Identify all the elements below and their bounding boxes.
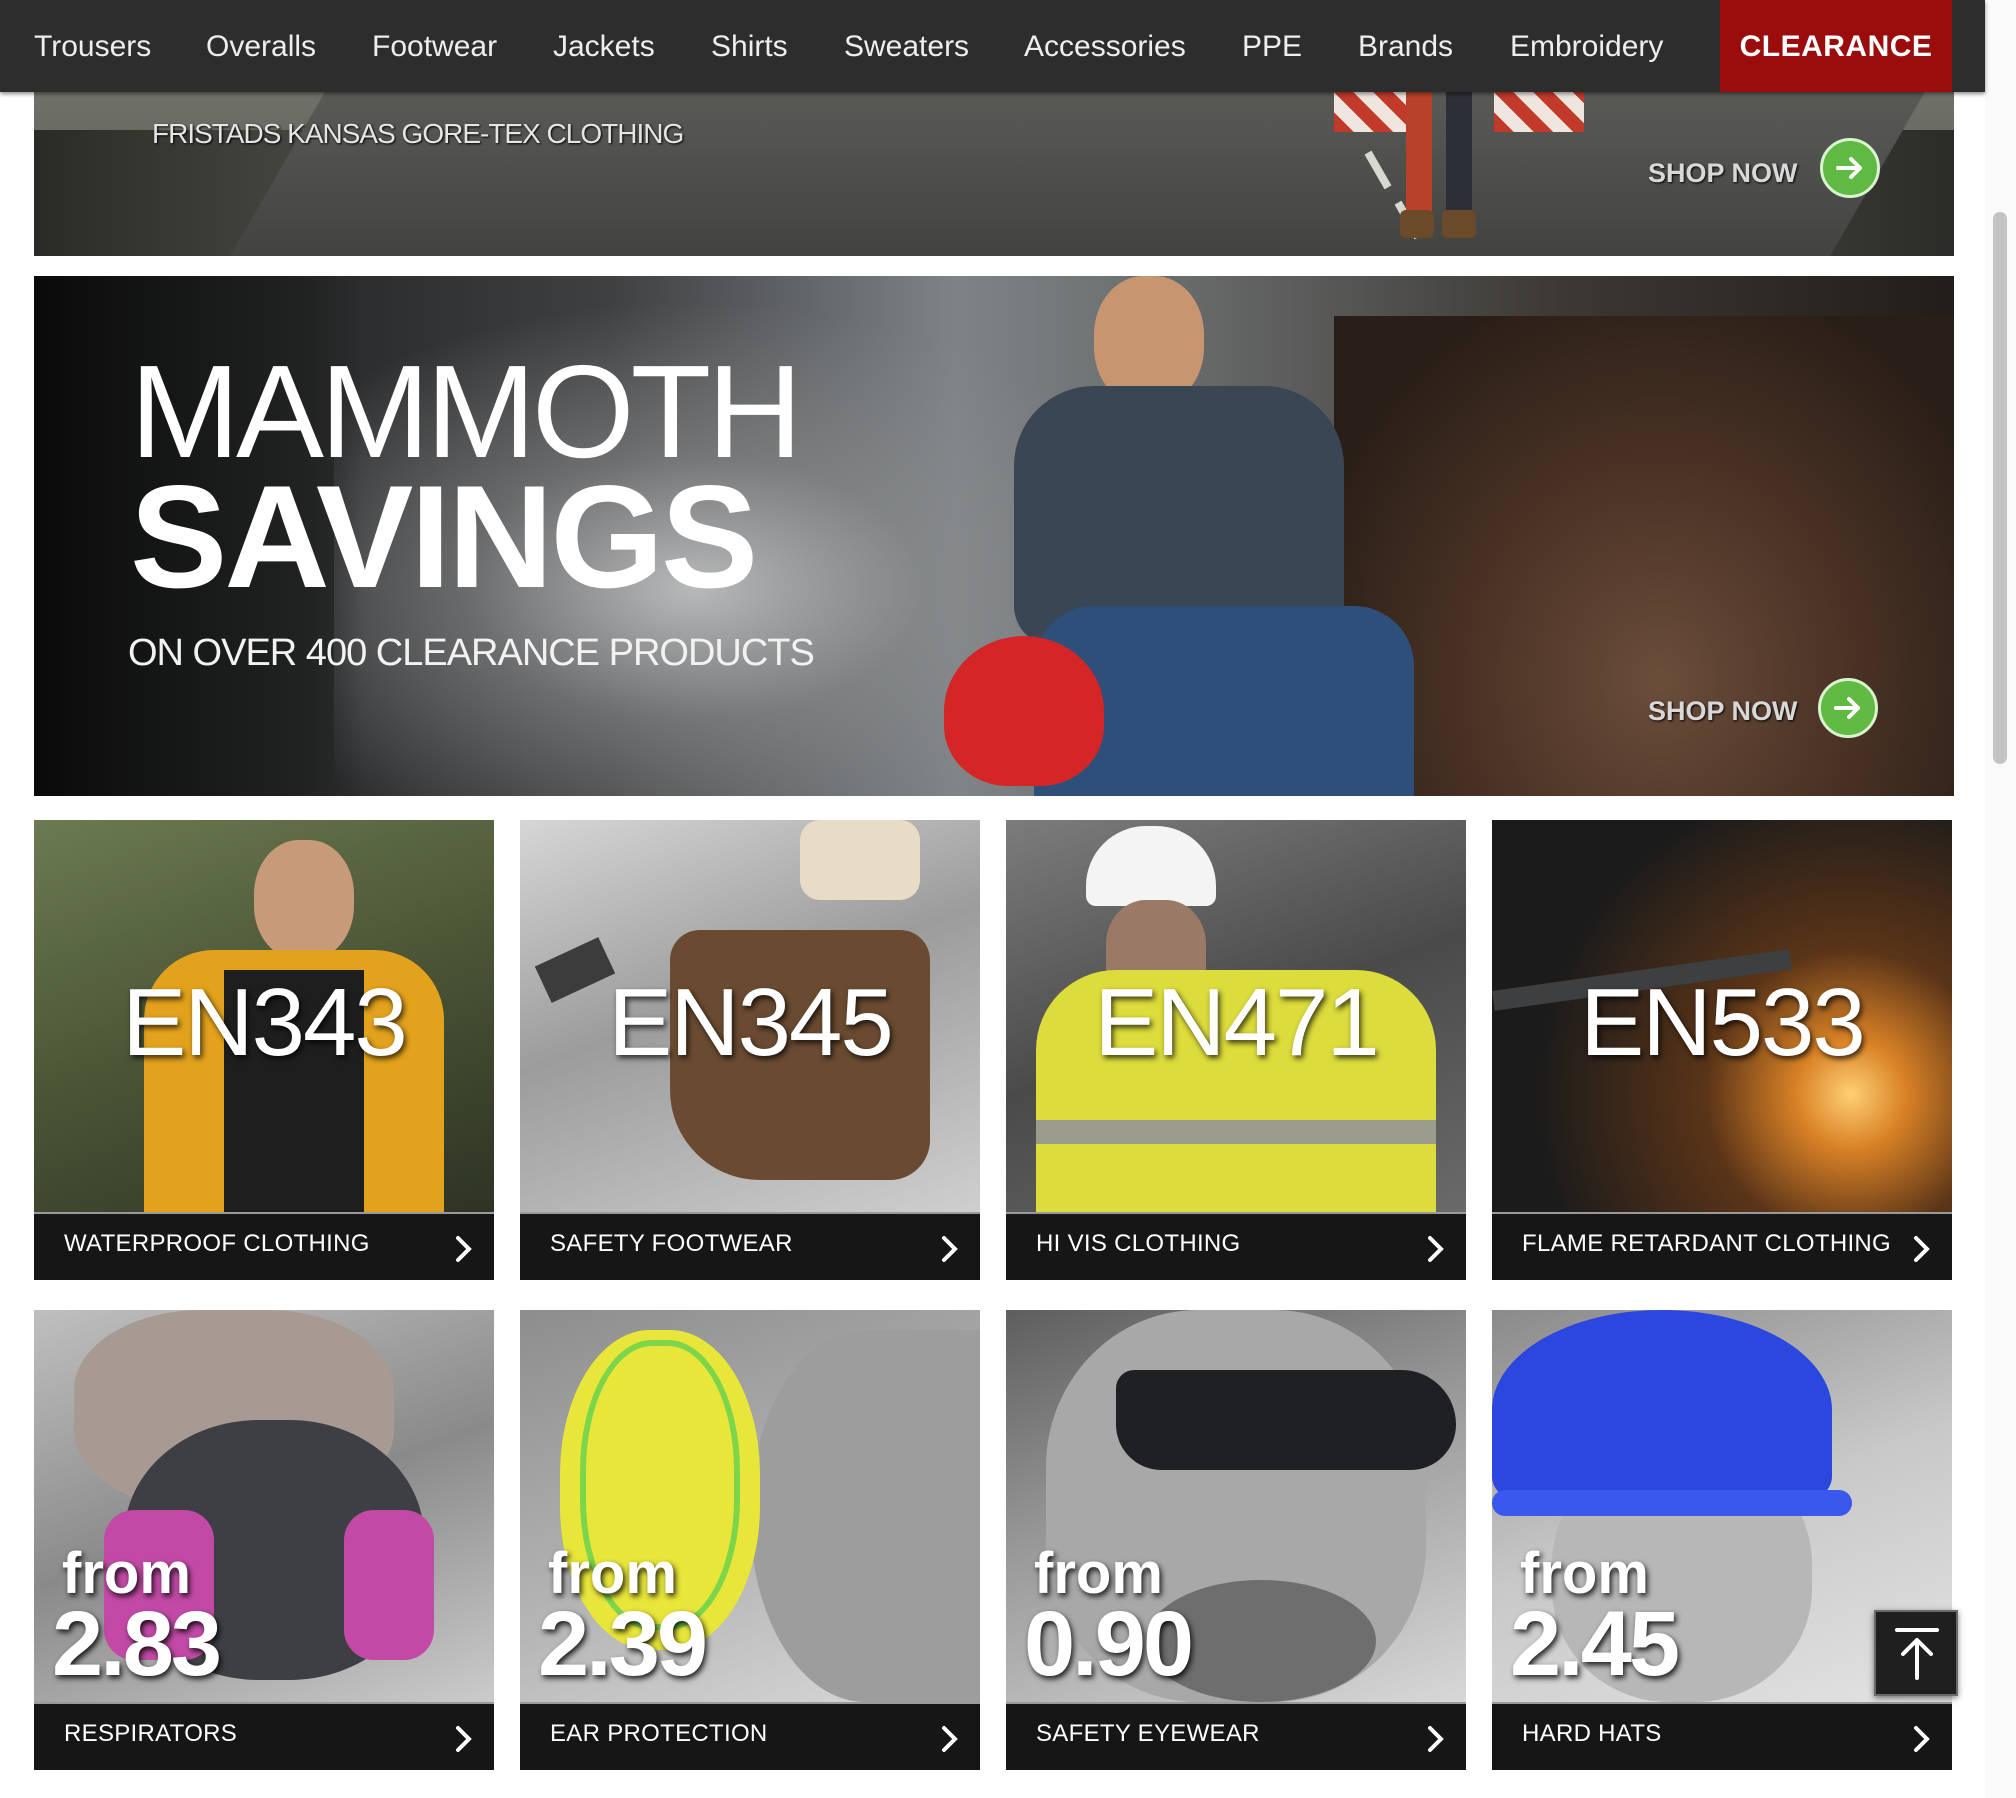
caption-label: SAFETY EYEWEAR xyxy=(1036,1720,1260,1747)
worker-boot xyxy=(1400,210,1434,238)
nav-footwear[interactable]: Footwear xyxy=(372,0,497,92)
nav-ppe[interactable]: PPE xyxy=(1242,0,1302,92)
category-tile-safety-footwear[interactable]: EN345 SAFETY FOOTWEAR xyxy=(520,820,980,1280)
chevron-right-icon xyxy=(942,1236,958,1262)
chevron-right-icon xyxy=(1428,1236,1444,1262)
category-tile-flame-retardant[interactable]: EN533 FLAME RETARDANT CLOTHING xyxy=(1492,820,1952,1280)
nav-clearance[interactable]: CLEARANCE xyxy=(1720,0,1952,92)
nav-embroidery[interactable]: Embroidery xyxy=(1510,0,1663,92)
standard-code: EN471 xyxy=(1094,969,1380,1076)
helmet-image xyxy=(944,636,1104,786)
tile-caption[interactable]: SAFETY FOOTWEAR xyxy=(520,1212,980,1280)
nav-accessories[interactable]: Accessories xyxy=(1024,0,1186,92)
price-label: 2.39 xyxy=(538,1593,708,1695)
tile-caption[interactable]: EAR PROTECTION xyxy=(520,1702,980,1770)
arrow-right-circle-icon[interactable] xyxy=(1820,138,1880,198)
tile-caption[interactable]: RESPIRATORS xyxy=(34,1702,494,1770)
nav-shirts[interactable]: Shirts xyxy=(711,0,788,92)
banner-subtitle: ON OVER 400 CLEARANCE PRODUCTS xyxy=(128,632,815,674)
nav-overalls[interactable]: Overalls xyxy=(206,0,316,92)
boot-lining xyxy=(800,820,920,900)
nav-sweaters[interactable]: Sweaters xyxy=(844,0,969,92)
filter-cartridge xyxy=(344,1510,434,1660)
category-tile-ear-protection[interactable]: from 2.39 EAR PROTECTION xyxy=(520,1310,980,1770)
safety-glasses xyxy=(1116,1370,1456,1470)
nav-trousers[interactable]: Trousers xyxy=(34,0,151,92)
banner-title-line2: SAVINGS xyxy=(130,455,758,618)
caption-label: WATERPROOF CLOTHING xyxy=(64,1230,370,1257)
worker-boot xyxy=(1442,210,1476,238)
standard-code: EN343 xyxy=(122,969,408,1076)
standard-code: EN345 xyxy=(608,969,894,1076)
standard-code: EN533 xyxy=(1580,969,1866,1076)
nav-brands[interactable]: Brands xyxy=(1358,0,1453,92)
barrier-image xyxy=(1494,92,1584,132)
nav-jackets[interactable]: Jackets xyxy=(553,0,655,92)
tile-caption[interactable]: SAFETY EYEWEAR xyxy=(1006,1702,1466,1770)
caption-label: RESPIRATORS xyxy=(64,1720,238,1747)
worker-image xyxy=(1394,92,1484,242)
chevron-right-icon xyxy=(456,1726,472,1752)
arrow-right-circle-icon[interactable] xyxy=(1818,678,1878,738)
mammoth-savings-banner[interactable]: MAMMOTH SAVINGS ON OVER 400 CLEARANCE PR… xyxy=(34,276,1954,796)
person-head xyxy=(254,840,354,960)
category-tile-respirators[interactable]: from 2.83 RESPIRATORS xyxy=(34,1310,494,1770)
tile-caption[interactable]: HI VIS CLOTHING xyxy=(1006,1212,1466,1280)
category-tile-hard-hats[interactable]: from 2.45 HARD HATS xyxy=(1492,1310,1952,1770)
price-label: 2.83 xyxy=(52,1593,222,1695)
face-image xyxy=(750,1330,980,1702)
worker-leg xyxy=(1446,92,1472,212)
caption-label: HARD HATS xyxy=(1522,1720,1662,1747)
main-navigation: Trousers Overalls Footwear Jackets Shirt… xyxy=(0,0,1985,92)
worker-leg xyxy=(1406,92,1432,212)
back-to-top-button[interactable] xyxy=(1874,1610,1958,1696)
chevron-right-icon xyxy=(456,1236,472,1262)
chevron-right-icon xyxy=(942,1726,958,1752)
shop-now-label[interactable]: SHOP NOW xyxy=(1648,696,1798,727)
scrollbar-thumb[interactable] xyxy=(1993,212,2007,764)
category-tile-waterproof[interactable]: EN343 WATERPROOF CLOTHING xyxy=(34,820,494,1280)
scrollbar[interactable] xyxy=(1985,0,2016,1798)
caption-label: HI VIS CLOTHING xyxy=(1036,1230,1241,1257)
banner-subtitle: FRISTADS KANSAS GORE-TEX CLOTHING xyxy=(152,118,684,149)
chevron-right-icon xyxy=(1428,1726,1444,1752)
hard-hat-image xyxy=(1492,1310,1832,1510)
tile-caption[interactable]: WATERPROOF CLOTHING xyxy=(34,1212,494,1280)
caption-label: FLAME RETARDANT CLOTHING xyxy=(1522,1230,1892,1257)
tile-caption[interactable]: HARD HATS xyxy=(1492,1702,1952,1770)
tile-caption[interactable]: FLAME RETARDANT CLOTHING xyxy=(1492,1212,1952,1280)
shop-now-label[interactable]: SHOP NOW xyxy=(1648,158,1798,189)
hard-hat-image xyxy=(1086,826,1216,906)
hard-hat-brim xyxy=(1492,1490,1852,1516)
caption-label: SAFETY FOOTWEAR xyxy=(550,1230,793,1257)
reflective-stripe xyxy=(1036,1120,1436,1144)
chevron-right-icon xyxy=(1914,1726,1930,1752)
price-label: 2.45 xyxy=(1510,1593,1680,1695)
category-tile-hi-vis[interactable]: EN471 HI VIS CLOTHING xyxy=(1006,820,1466,1280)
category-tile-safety-eyewear[interactable]: from 0.90 SAFETY EYEWEAR xyxy=(1006,1310,1466,1770)
price-label: 0.90 xyxy=(1024,1593,1194,1695)
arrow-up-to-line-icon xyxy=(1895,1628,1939,1680)
chevron-right-icon xyxy=(1914,1236,1930,1262)
caption-label: EAR PROTECTION xyxy=(550,1720,768,1747)
